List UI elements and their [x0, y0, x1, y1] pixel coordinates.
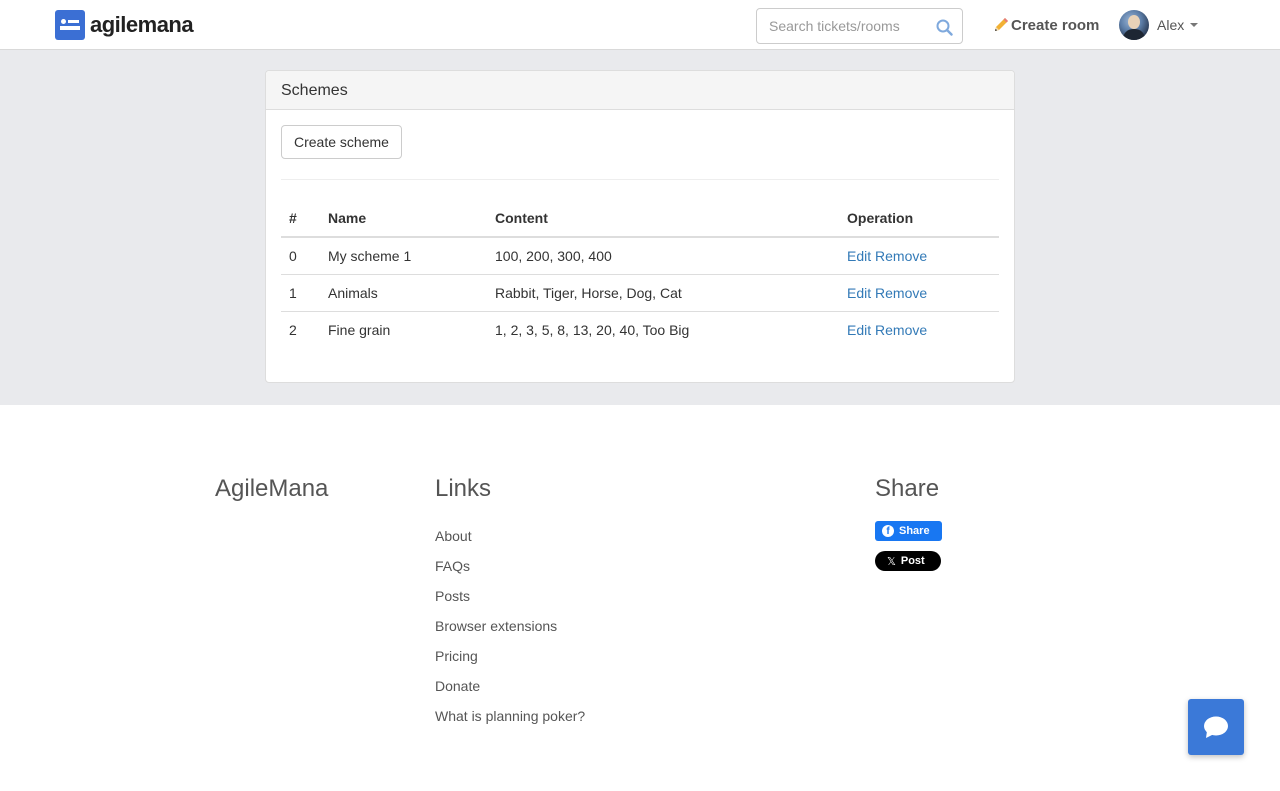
- row-content: 1, 2, 3, 5, 8, 13, 20, 40, Too Big: [487, 310, 839, 348]
- footer-links-list: About FAQs Posts Browser extensions Pric…: [435, 526, 585, 736]
- divider: [281, 179, 999, 180]
- schemes-panel: Schemes Create scheme # Name Content Ope…: [265, 70, 1015, 383]
- footer-links-title: Links: [435, 475, 492, 502]
- brand-logo-icon: [55, 10, 85, 40]
- x-icon: 𝕏: [887, 555, 896, 568]
- brand-name: agilemana: [90, 12, 194, 37]
- chat-icon: [1204, 716, 1228, 738]
- pencil-icon: [995, 18, 1008, 31]
- search-icon[interactable]: [936, 19, 953, 36]
- footer-brand: AgileMana: [215, 475, 329, 502]
- footer-link-planning-poker[interactable]: What is planning poker?: [435, 708, 585, 724]
- column-header-content: Content: [487, 200, 839, 238]
- footer-link-pricing[interactable]: Pricing: [435, 648, 478, 664]
- row-operations: Edit Remove: [839, 273, 999, 311]
- footer-link-donate[interactable]: Donate: [435, 678, 480, 694]
- footer-link-browser-extensions[interactable]: Browser extensions: [435, 618, 557, 634]
- x-post-button[interactable]: 𝕏 Post: [875, 551, 941, 571]
- footer-link-faqs[interactable]: FAQs: [435, 558, 470, 574]
- schemes-table: # Name Content Operation 0 My scheme 1 1…: [281, 200, 999, 348]
- avatar: [1119, 10, 1149, 40]
- row-operations: Edit Remove: [839, 310, 999, 348]
- remove-link[interactable]: Remove: [875, 322, 927, 338]
- table-row: 0 My scheme 1 100, 200, 300, 400 Edit Re…: [281, 237, 999, 274]
- edit-link[interactable]: Edit: [847, 285, 871, 301]
- column-header-index: #: [281, 200, 320, 238]
- x-post-label: Post: [900, 555, 925, 567]
- search-input[interactable]: [757, 9, 937, 43]
- create-room-button[interactable]: Create room: [992, 15, 1099, 35]
- list-item: Posts: [435, 586, 585, 616]
- list-item: Donate: [435, 676, 585, 706]
- row-index: 0: [289, 247, 297, 264]
- remove-link[interactable]: Remove: [875, 285, 927, 301]
- navbar: agilemana Create room Alex: [0, 0, 1280, 50]
- footer-share-title: Share: [875, 475, 940, 502]
- column-header-name: Name: [320, 200, 487, 238]
- list-item: Pricing: [435, 646, 585, 676]
- user-menu-toggle[interactable]: Alex: [1119, 10, 1199, 40]
- row-operations: Edit Remove: [839, 237, 999, 274]
- column-header-operation: Operation: [839, 200, 999, 238]
- row-content: Rabbit, Tiger, Horse, Dog, Cat: [487, 273, 839, 311]
- footer-link-posts[interactable]: Posts: [435, 588, 470, 604]
- search-box: [756, 8, 963, 44]
- row-index: 2: [281, 310, 320, 348]
- create-scheme-button[interactable]: Create scheme: [281, 125, 402, 159]
- remove-link[interactable]: Remove: [875, 248, 927, 264]
- list-item: About: [435, 526, 585, 556]
- list-item: FAQs: [435, 556, 585, 586]
- facebook-share-button[interactable]: f Share: [875, 521, 942, 541]
- row-name: Animals: [320, 273, 487, 311]
- table-row: 2 Fine grain 1, 2, 3, 5, 8, 13, 20, 40, …: [281, 310, 999, 348]
- panel-title: Schemes: [266, 71, 1014, 110]
- edit-link[interactable]: Edit: [847, 322, 871, 338]
- row-index: 1: [281, 273, 320, 311]
- chat-widget-button[interactable]: [1188, 699, 1244, 755]
- row-name: My scheme 1: [328, 247, 412, 264]
- list-item: What is planning poker?: [435, 706, 585, 736]
- caret-down-icon: [1190, 23, 1199, 27]
- create-room-label: Create room: [1011, 16, 1100, 34]
- facebook-icon: f: [882, 525, 894, 537]
- edit-link[interactable]: Edit: [847, 248, 871, 264]
- brand-link[interactable]: agilemana: [55, 10, 194, 40]
- row-content: 100, 200, 300, 400: [495, 247, 612, 264]
- footer-link-about[interactable]: About: [435, 528, 472, 544]
- list-item: Browser extensions: [435, 616, 585, 646]
- user-name: Alex: [1157, 17, 1185, 33]
- table-row: 1 Animals Rabbit, Tiger, Horse, Dog, Cat…: [281, 273, 999, 311]
- facebook-share-label: Share: [899, 525, 930, 537]
- row-name: Fine grain: [320, 310, 487, 348]
- table-header-row: # Name Content Operation: [281, 200, 999, 238]
